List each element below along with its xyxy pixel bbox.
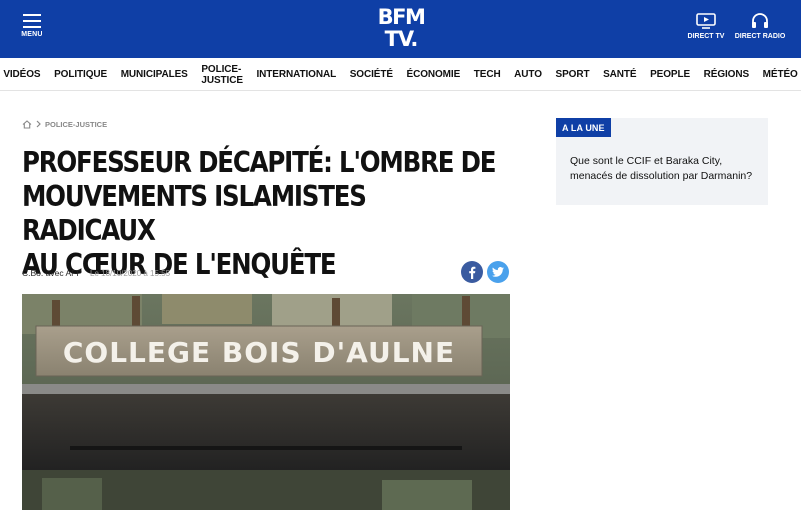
- article-title: PROFESSEUR DÉCAPITÉ: L'OMBRE DE MOUVEMEN…: [22, 146, 496, 281]
- breadcrumb: POLICE-JUSTICE: [22, 118, 107, 130]
- menu-button[interactable]: MENU: [20, 14, 44, 38]
- home-icon[interactable]: [22, 119, 32, 129]
- nav-item-10[interactable]: SANTÉ: [596, 69, 643, 80]
- byline: C.Bo. avec AFP Le 18/10/2020 à 15:55: [22, 268, 170, 278]
- twitter-share-button[interactable]: [487, 261, 509, 283]
- top-header: MENU BFM TV. DIRECT TV DIRECT RADIO: [0, 0, 801, 58]
- nav-item-8[interactable]: AUTO: [507, 69, 548, 80]
- direct-radio-label: DIRECT RADIO: [734, 33, 786, 40]
- direct-radio-button[interactable]: DIRECT RADIO: [734, 13, 786, 40]
- top-story-link[interactable]: Que sont le CCIF et Baraka City, menacés…: [570, 154, 760, 184]
- nav-item-12[interactable]: RÉGIONS: [697, 69, 756, 80]
- publish-date: Le 18/10/2020 à 15:55: [90, 268, 171, 278]
- nav-item-1[interactable]: POLITIQUE: [47, 69, 114, 80]
- nav-item-5[interactable]: SOCIÉTÉ: [343, 69, 400, 80]
- direct-tv-label: DIRECT TV: [687, 33, 725, 40]
- nav-list: VIDÉOS POLITIQUE MUNICIPALES POLICE-JUSTICE…: [0, 58, 801, 91]
- nav-item-7[interactable]: TECH: [467, 69, 507, 80]
- a-la-une-box: A LA UNE Que sont le CCIF et Baraka City…: [556, 118, 768, 205]
- nav-item-13[interactable]: MÉTÉO: [756, 69, 801, 80]
- sign-text: COLLEGE BOIS D'AULNE: [63, 336, 455, 369]
- nav-item-9[interactable]: SPORT: [549, 69, 597, 80]
- nav-item-3[interactable]: POLICE-JUSTICE: [195, 64, 250, 86]
- nav-item-4[interactable]: INTERNATIONAL: [250, 69, 343, 80]
- tv-play-icon: [696, 13, 716, 29]
- nav-item-0[interactable]: VIDÉOS: [0, 69, 47, 80]
- nav-item-11[interactable]: PEOPLE: [643, 69, 697, 80]
- direct-tv-button[interactable]: DIRECT TV: [686, 13, 726, 40]
- bfmtv-logo[interactable]: BFM TV.: [374, 6, 428, 52]
- facebook-share-button[interactable]: [461, 261, 483, 283]
- hamburger-icon: [23, 14, 41, 28]
- menu-label: MENU: [21, 31, 43, 38]
- author[interactable]: C.Bo. avec AFP: [22, 268, 82, 278]
- college-sign-photo: COLLEGE BOIS D'AULNE: [22, 294, 510, 510]
- chevron-right-icon: [36, 120, 41, 128]
- nav-item-6[interactable]: ÉCONOMIE: [400, 69, 467, 80]
- nav-item-2[interactable]: MUNICIPALES: [114, 69, 195, 80]
- main-nav: VIDÉOS POLITIQUE MUNICIPALES POLICE-JUSTICE…: [0, 58, 801, 91]
- breadcrumb-section[interactable]: POLICE-JUSTICE: [45, 120, 107, 129]
- a-la-une-tag: A LA UNE: [556, 118, 611, 137]
- twitter-icon: [492, 267, 504, 277]
- facebook-icon: [469, 266, 476, 279]
- article-photo[interactable]: COLLEGE BOIS D'AULNE: [22, 294, 510, 510]
- headphones-icon: [752, 13, 768, 28]
